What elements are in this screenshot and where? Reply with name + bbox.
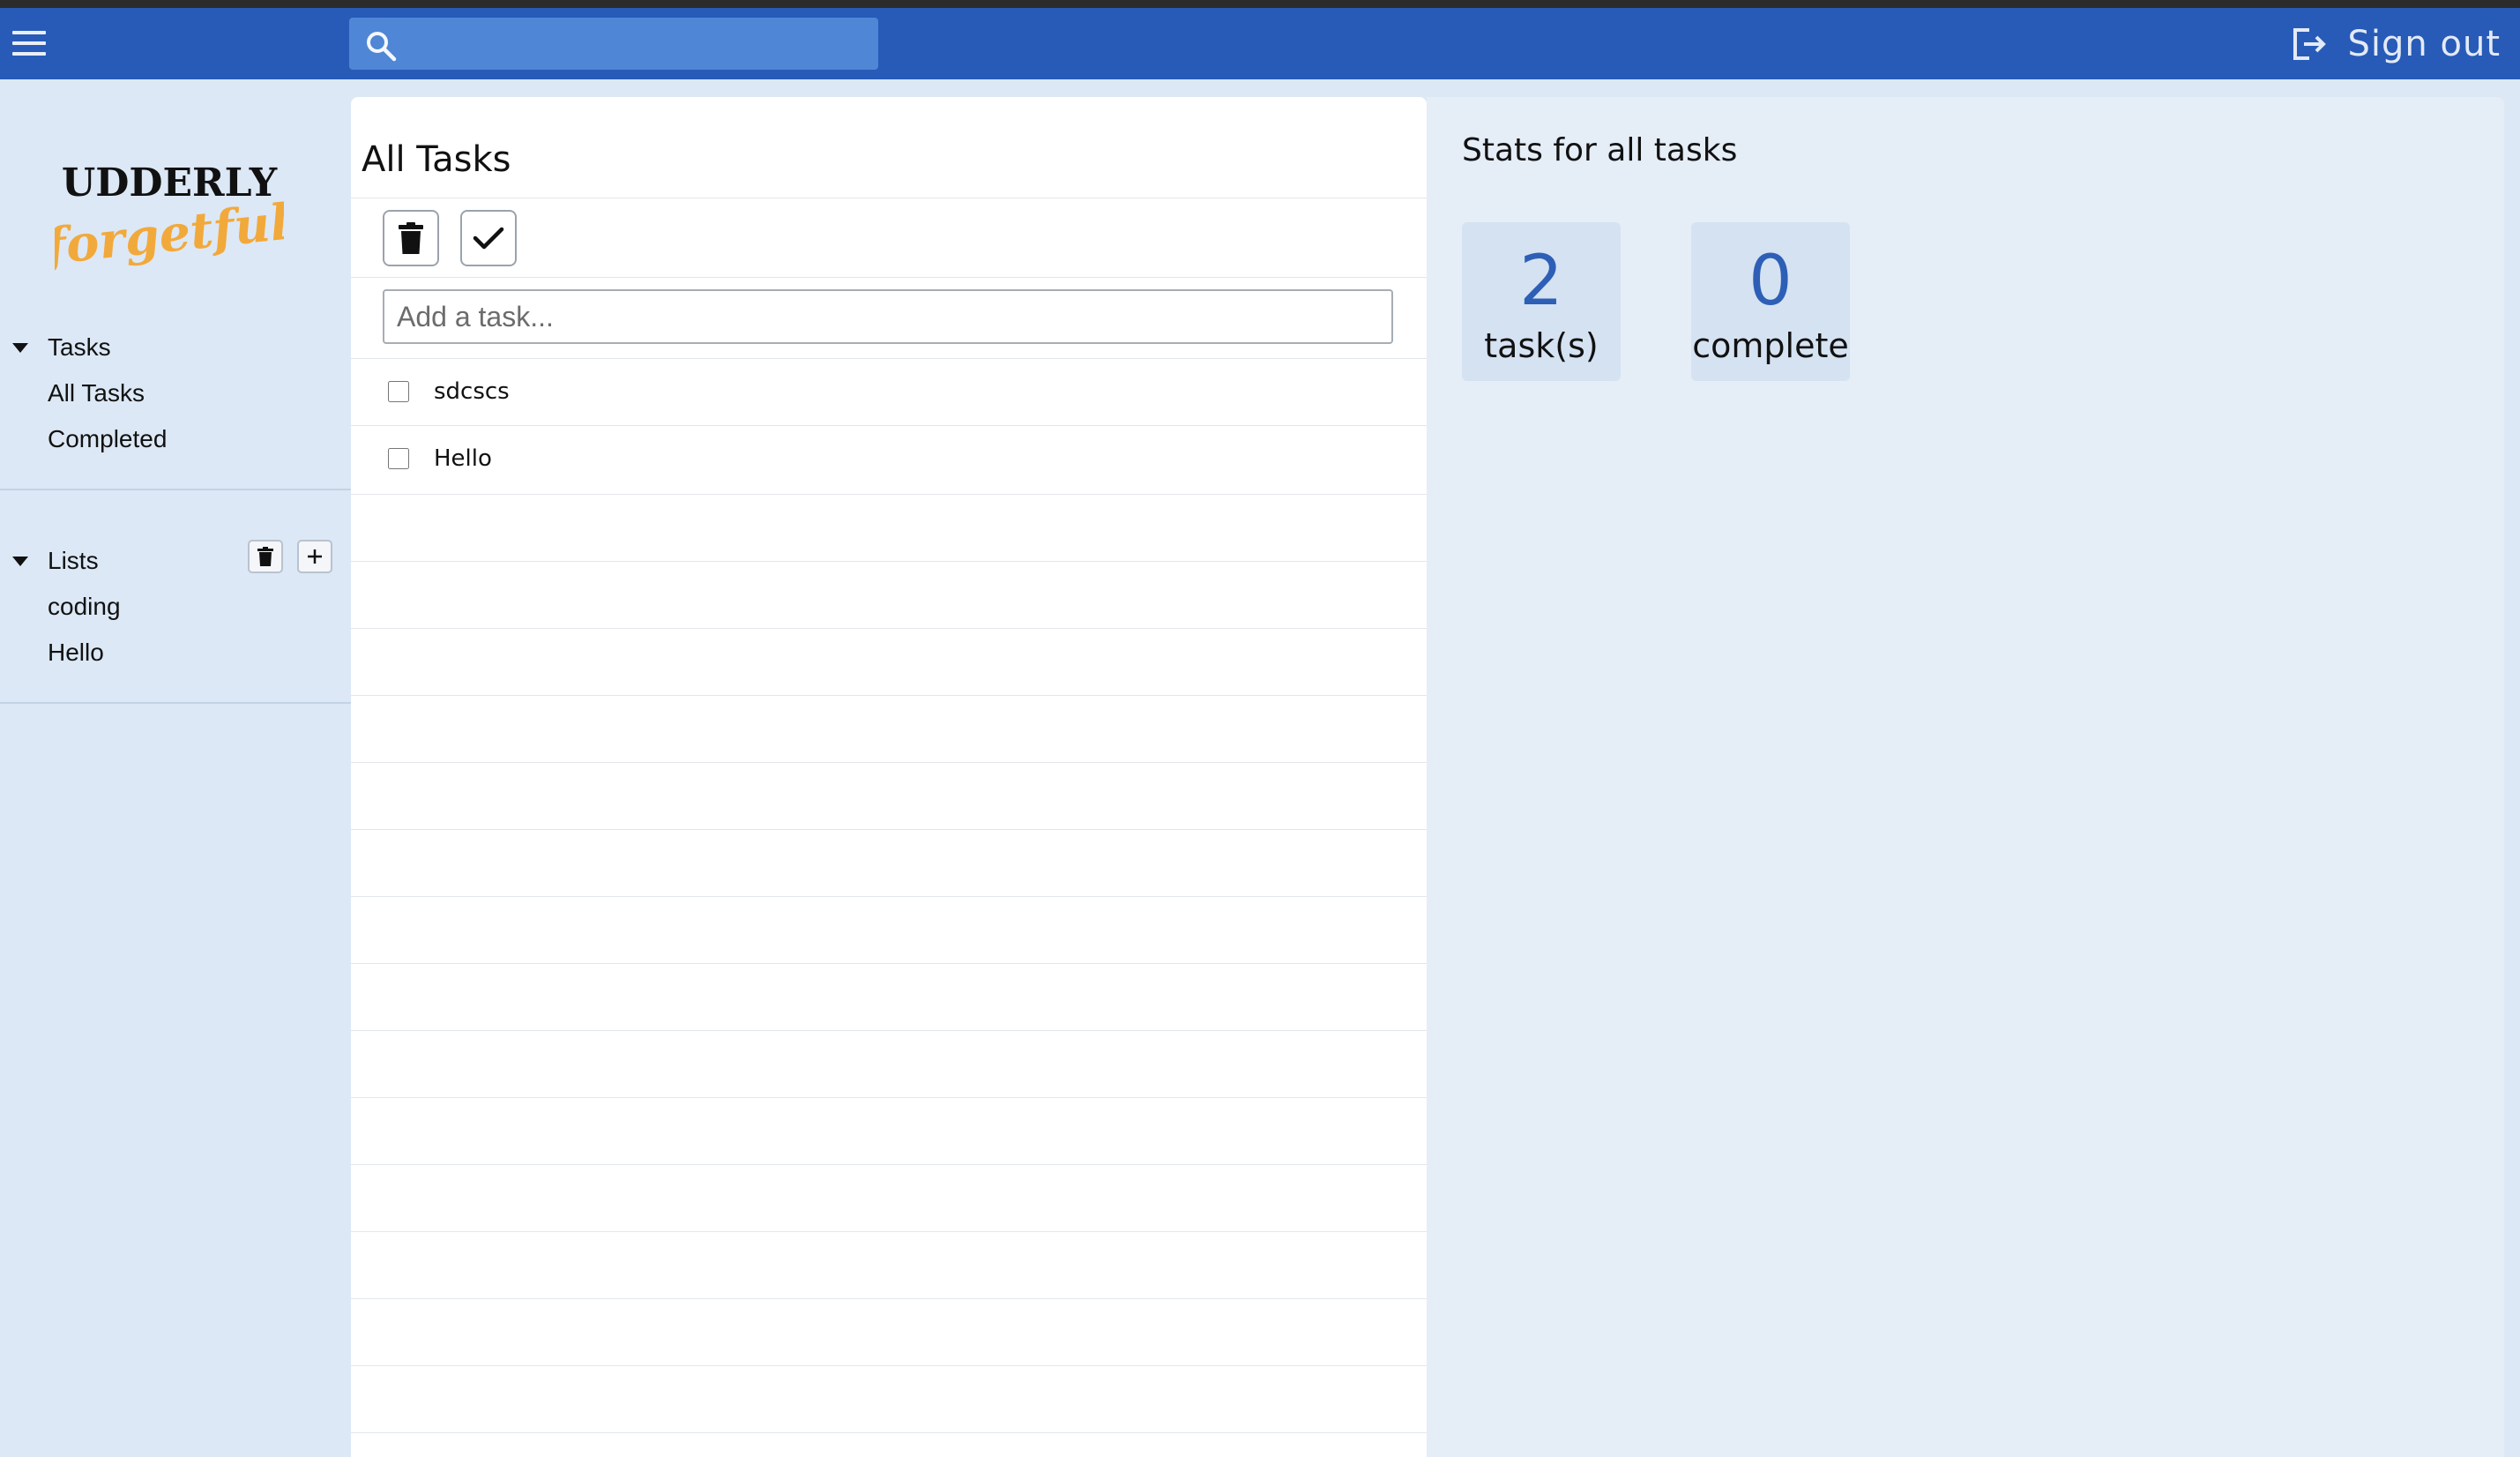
- ruled-line: [351, 1097, 1427, 1098]
- checkmark-icon: [473, 227, 504, 250]
- sidebar-item-list-hello[interactable]: Hello: [48, 639, 104, 667]
- stat-value: 0: [1748, 242, 1793, 321]
- ruled-line: [351, 1231, 1427, 1232]
- trash-icon: [257, 547, 273, 566]
- ruled-line: [351, 762, 1427, 763]
- search-input[interactable]: [411, 18, 869, 70]
- task-text: Hello: [434, 445, 492, 472]
- top-app-bar: Sign out: [0, 8, 2520, 79]
- ruled-line: [351, 628, 1427, 629]
- sidebar: UDDERLY forgetful Tasks All Tasks Comple…: [0, 79, 351, 1457]
- sidebar-item-completed[interactable]: Completed: [48, 425, 167, 453]
- ruled-line: [351, 1298, 1427, 1299]
- app-logo: UDDERLY forgetful: [55, 161, 284, 277]
- delete-tasks-button[interactable]: [383, 210, 439, 266]
- hamburger-menu-icon[interactable]: [12, 31, 46, 56]
- search-icon: [367, 32, 397, 62]
- ruled-line: [351, 1164, 1427, 1165]
- trash-icon: [399, 222, 423, 254]
- caret-down-icon: [12, 556, 28, 566]
- plus-icon: [308, 549, 322, 564]
- tasks-section-label: Tasks: [48, 333, 111, 361]
- lists-section-header[interactable]: Lists: [12, 547, 99, 575]
- ruled-line: [351, 896, 1427, 897]
- tasks-section-header[interactable]: Tasks: [12, 333, 111, 362]
- task-panel: All Tasks sdcscs Hello: [351, 97, 1427, 1457]
- add-list-button[interactable]: [297, 540, 332, 573]
- ruled-line: [351, 829, 1427, 830]
- ruled-line: [351, 1365, 1427, 1366]
- ruled-line: [351, 1030, 1427, 1031]
- task-checkbox[interactable]: [388, 381, 409, 402]
- stat-label: task(s): [1484, 326, 1599, 365]
- ruled-line: [351, 1432, 1427, 1433]
- task-row[interactable]: Hello: [351, 425, 1427, 492]
- stats-title: Stats for all tasks: [1462, 132, 1738, 168]
- sidebar-item-all-tasks[interactable]: All Tasks: [48, 379, 145, 407]
- stats-panel: Stats for all tasks 2 task(s) 0 complete: [1427, 97, 2504, 1457]
- caret-down-icon: [12, 342, 28, 353]
- task-checkbox[interactable]: [388, 448, 409, 469]
- sidebar-divider: [0, 702, 351, 704]
- task-text: sdcscs: [434, 378, 510, 405]
- toolbar-divider: [351, 277, 1427, 278]
- task-row[interactable]: sdcscs: [351, 358, 1427, 425]
- stat-label: complete: [1692, 326, 1849, 365]
- ruled-line: [351, 963, 1427, 964]
- stat-value: 2: [1519, 242, 1563, 321]
- delete-list-button[interactable]: [248, 540, 283, 573]
- complete-tasks-button[interactable]: [460, 210, 517, 266]
- sign-out-icon: [2293, 28, 2326, 60]
- lists-section-label: Lists: [48, 547, 99, 574]
- ruled-line: [351, 561, 1427, 562]
- sidebar-item-list-coding[interactable]: coding: [48, 593, 121, 621]
- sign-out-label: Sign out: [2347, 24, 2501, 64]
- window-top-strip: [0, 0, 2520, 8]
- ruled-line: [351, 494, 1427, 495]
- stat-card-complete: 0 complete: [1691, 222, 1850, 381]
- search-box[interactable]: [349, 18, 878, 70]
- ruled-line: [351, 695, 1427, 696]
- add-task-input[interactable]: [383, 289, 1393, 344]
- page-title: All Tasks: [362, 139, 511, 180]
- sidebar-divider: [0, 489, 351, 490]
- sign-out-button[interactable]: Sign out: [2290, 22, 2501, 66]
- stat-card-tasks: 2 task(s): [1462, 222, 1621, 381]
